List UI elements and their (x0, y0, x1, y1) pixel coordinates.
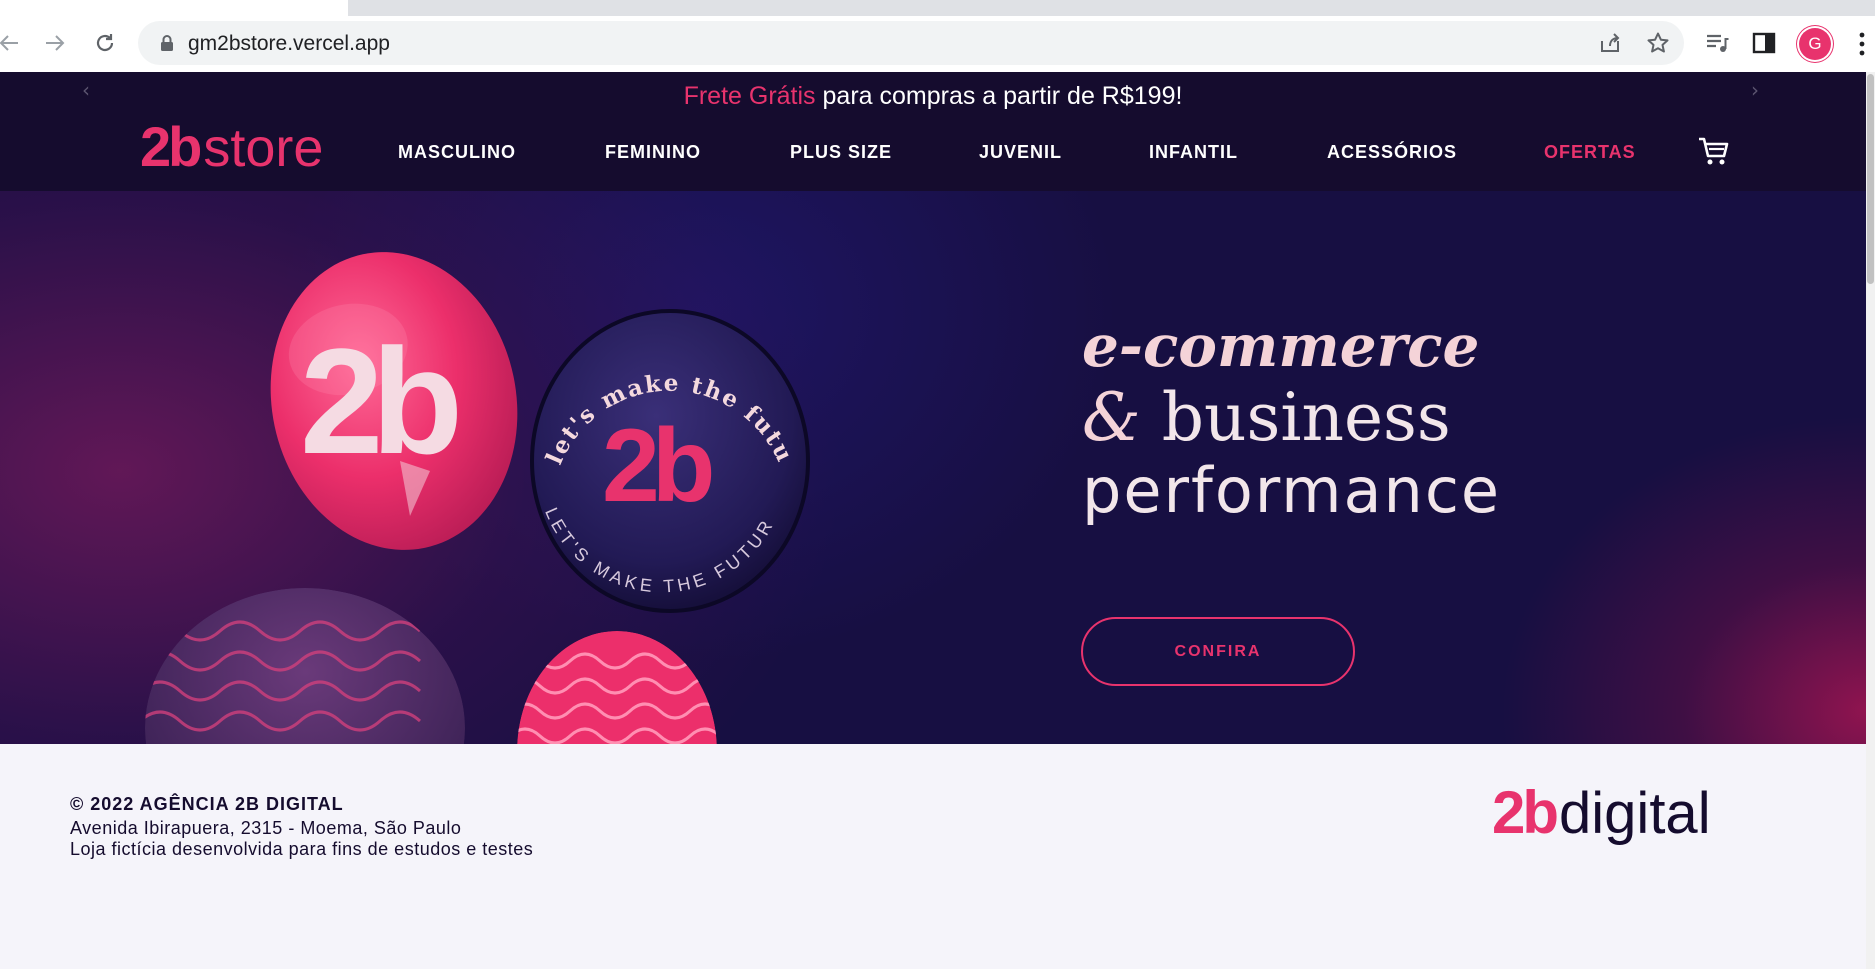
ring-2b-text: 2b (602, 408, 712, 524)
nav-infantil[interactable]: INFANTIL (1149, 142, 1238, 163)
nav-juvenil[interactable]: JUVENIL (979, 142, 1062, 163)
agency-logo-light: digital (1559, 781, 1711, 846)
hero-line-ecommerce: e-commerce (1082, 312, 1480, 380)
hero-headline: e-commerce & business performance (1082, 311, 1501, 527)
site-footer: © 2022 AGÊNCIA 2B DIGITAL Avenida Ibirap… (0, 744, 1866, 969)
avatar[interactable]: G (1799, 28, 1831, 60)
hero-business-word: business (1140, 379, 1451, 456)
browser-toolbar: gm2bstore.vercel.app G (0, 0, 1875, 73)
back-icon[interactable] (0, 28, 24, 58)
star-icon[interactable] (1646, 31, 1670, 55)
footer-disclaimer: Loja fictícia desenvolvida para fins de … (70, 839, 534, 859)
purple-wave-badge (145, 588, 465, 744)
tab-strip (348, 0, 1875, 16)
cart-icon[interactable] (1696, 134, 1730, 168)
share-icon[interactable] (1598, 31, 1622, 55)
address-bar[interactable]: gm2bstore.vercel.app (138, 21, 1684, 65)
agency-logo-bold: 2b (1492, 779, 1559, 846)
hero-line-performance: performance (1082, 454, 1502, 527)
footer-address: Avenida Ibirapuera, 2315 - Moema, São Pa… (70, 818, 462, 838)
nav-plus-size[interactable]: PLUS SIZE (790, 142, 892, 163)
logo-bold: 2b (140, 115, 202, 178)
side-panel-icon[interactable] (1751, 30, 1777, 56)
pink-wave-badge (517, 631, 717, 744)
hero-ampersand: & (1082, 379, 1141, 456)
lock-icon[interactable] (158, 34, 176, 52)
scrollbar-thumb[interactable] (1867, 74, 1874, 284)
logo-light: store (203, 118, 324, 178)
hero-illustration: 2b let's make the future now. LET'S MAKE… (0, 191, 810, 744)
media-icon[interactable] (1704, 30, 1730, 56)
promo-highlight: Frete Grátis (683, 82, 816, 110)
nav-acessorios[interactable]: ACESSÓRIOS (1327, 142, 1457, 163)
agency-logo[interactable]: 2b digital (1492, 778, 1711, 848)
footer-copyright: © 2022 AGÊNCIA 2B DIGITAL (70, 794, 344, 814)
nav-feminino[interactable]: FEMININO (605, 142, 701, 163)
promo-banner: Frete Grátis para compras a partir de R$… (0, 82, 1866, 111)
hero-banner: 2b let's make the future now. LET'S MAKE… (0, 191, 1866, 744)
promo-next-arrow[interactable]: › (1751, 78, 1759, 102)
url-text[interactable]: gm2bstore.vercel.app (188, 32, 390, 56)
nav-ofertas[interactable]: OFERTAS (1544, 142, 1636, 163)
forward-icon[interactable] (40, 28, 70, 58)
nav-masculino[interactable]: MASCULINO (398, 142, 516, 163)
menu-icon[interactable] (1856, 30, 1868, 58)
hero-line-business: & business (1082, 381, 1501, 455)
site-header: ‹ Frete Grátis para compras a partir de … (0, 72, 1866, 191)
confira-button[interactable]: CONFIRA (1081, 617, 1355, 686)
reload-icon[interactable] (90, 28, 120, 58)
store-logo[interactable]: 2b store (140, 114, 323, 178)
promo-text: para compras a partir de R$199! (815, 82, 1183, 110)
badge-2b-text: 2b (300, 317, 457, 485)
